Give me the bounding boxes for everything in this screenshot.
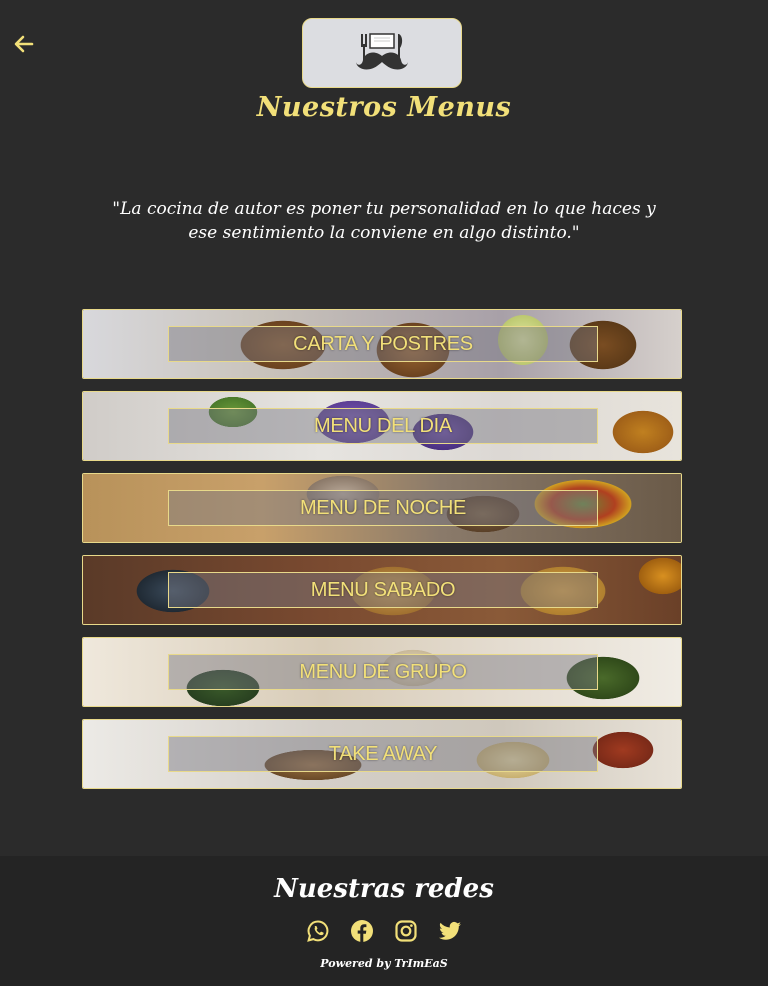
menu-card-label-box: CARTA Y POSTRES [168,326,598,362]
menu-card-menu-sabado[interactable]: MENU SABADO [82,555,682,625]
whatsapp-icon[interactable] [306,919,330,943]
menu-card-menu-de-grupo[interactable]: MENU DE GRUPO [82,637,682,707]
menu-card-label-box: MENU DEL DIA [168,408,598,444]
menu-card-label-box: MENU DE NOCHE [168,490,598,526]
footer: Nuestras redes Powered by TrImEaS [0,856,768,986]
menu-card-label: MENU DE GRUPO [299,660,467,683]
chef-mustache-logo-icon [356,33,408,70]
arrow-left-icon [14,35,34,53]
back-button[interactable] [12,32,36,56]
menu-card-label: MENU DEL DIA [314,414,452,437]
menu-card-label-box: MENU SABADO [168,572,598,608]
instagram-icon[interactable] [394,919,418,943]
social-links [0,919,768,943]
menu-card-label: TAKE AWAY [328,742,438,765]
menu-card-label-box: MENU DE GRUPO [168,654,598,690]
facebook-icon[interactable] [350,919,374,943]
menu-card-label: CARTA Y POSTRES [293,332,473,355]
menu-card-label-box: TAKE AWAY [168,736,598,772]
twitter-icon[interactable] [438,919,462,943]
footer-title: Nuestras redes [274,874,494,904]
powered-by-text: Powered by TrImEaS [320,957,448,970]
menu-card-menu-del-dia[interactable]: MENU DEL DIA [82,391,682,461]
chef-quote: "La cocina de autor es poner tu personal… [112,199,656,243]
menu-card-menu-de-noche[interactable]: MENU DE NOCHE [82,473,682,543]
menu-card-label: MENU SABADO [310,578,456,601]
restaurant-logo [302,18,462,88]
menu-list: CARTA Y POSTRES MENU DEL DIA MENU DE NOC… [82,309,682,801]
menu-card-carta-y-postres[interactable]: CARTA Y POSTRES [82,309,682,379]
menu-card-label: MENU DE NOCHE [299,496,467,519]
menu-card-take-away[interactable]: TAKE AWAY [82,719,682,789]
page-title: Nuestros Menus [256,92,512,123]
